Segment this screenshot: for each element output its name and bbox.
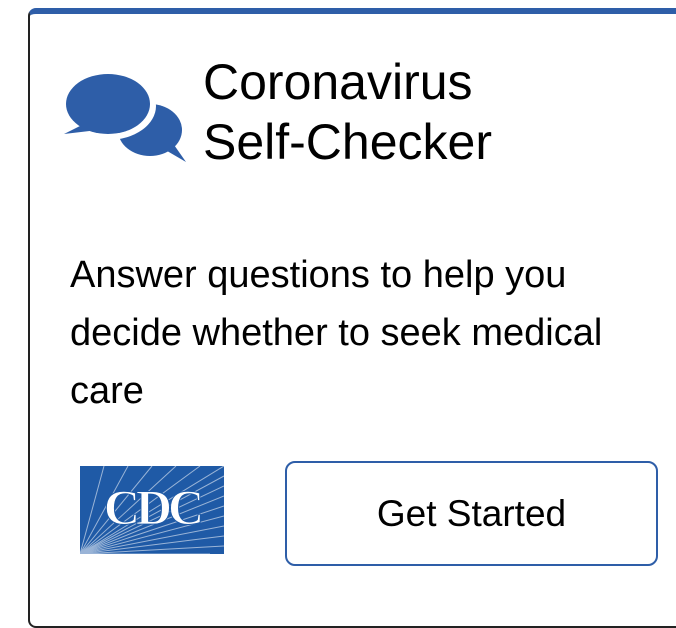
cdc-logo-text: CDC — [104, 479, 201, 535]
speech-bubbles-icon — [62, 72, 186, 162]
cdc-logo: CDC — [80, 466, 224, 554]
widget-description: Answer questions to help you decide whet… — [70, 254, 603, 412]
title-line-1: Coronavirus — [203, 54, 473, 110]
title-line-2: Self-Checker — [203, 114, 492, 170]
widget-title: Coronavirus Self-Checker — [203, 52, 663, 172]
get-started-button[interactable]: Get Started — [285, 461, 658, 566]
